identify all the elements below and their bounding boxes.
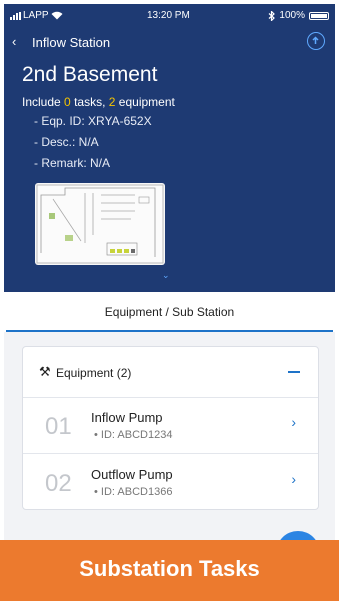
- active-tab-indicator: [6, 330, 333, 332]
- equipment-index: 02: [45, 470, 72, 497]
- status-bar: LAPP 13:20 PM 100%: [4, 4, 335, 24]
- chevron-right-icon[interactable]: ›: [291, 471, 296, 487]
- floor-plan-thumbnail[interactable]: [35, 183, 165, 265]
- location-title: 2nd Basement: [22, 63, 158, 86]
- bluetooth-icon: [269, 10, 276, 21]
- equipment-label: equipment: [118, 95, 175, 109]
- top-nav: ‹ Inflow Station: [4, 32, 335, 52]
- equipment-count: 2: [108, 95, 116, 109]
- carrier-name: LAPP: [23, 10, 49, 21]
- equipment-name: Outflow Pump: [91, 467, 173, 482]
- equipment-row-inflow-pump[interactable]: 01 Inflow Pump • ID: ABCD1234 ›: [23, 397, 318, 454]
- battery-icon: [309, 11, 329, 20]
- equipment-card: ⚒ Equipment (2) 01 Inflow Pump • ID: ABC…: [22, 346, 319, 510]
- clock: 13:20 PM: [147, 10, 190, 21]
- tab-bar: Equipment / Sub Station: [4, 292, 335, 332]
- equipment-id-detail: - Eqp. ID: XRYA-652X: [34, 114, 152, 128]
- signal-icon: [10, 11, 21, 20]
- remark-detail: - Remark: N/A: [34, 156, 111, 170]
- carrier-info: LAPP: [10, 10, 63, 21]
- equipment-id: • ID: ABCD1234: [94, 429, 173, 441]
- location-header: LAPP 13:20 PM 100% ‹ Inflow Station 2nd …: [4, 4, 335, 292]
- upload-circle-icon[interactable]: [307, 32, 325, 50]
- chevron-left-icon[interactable]: ‹: [12, 34, 16, 49]
- nav-title[interactable]: Inflow Station: [32, 35, 110, 50]
- equipment-index: 01: [45, 413, 72, 440]
- equipment-id: • ID: ABCD1366: [94, 486, 173, 498]
- equipment-card-title: Equipment (2): [56, 366, 132, 380]
- chevron-right-icon[interactable]: ›: [291, 414, 296, 430]
- summary-prefix: Include: [22, 95, 61, 109]
- battery-percent: 100%: [279, 10, 305, 21]
- floor-plan-drawing: [36, 184, 164, 264]
- location-summary: Include 0 tasks, 2 equipment: [22, 95, 175, 109]
- tools-icon: ⚒: [39, 364, 51, 379]
- battery-info: 100%: [268, 10, 329, 21]
- equipment-row-outflow-pump[interactable]: 02 Outflow Pump • ID: ABCD1366 ›: [23, 454, 318, 510]
- task-count: 0: [64, 95, 71, 109]
- equipment-name: Inflow Pump: [91, 410, 163, 425]
- substation-tasks-banner[interactable]: Substation Tasks: [0, 540, 339, 601]
- tasks-label: tasks,: [74, 95, 106, 109]
- wifi-icon: [51, 11, 63, 20]
- minus-icon[interactable]: [288, 371, 300, 373]
- app-screen: LAPP 13:20 PM 100% ‹ Inflow Station 2nd …: [4, 4, 335, 597]
- banner-label: Substation Tasks: [79, 556, 260, 581]
- chevron-down-icon[interactable]: ⌄: [162, 270, 170, 281]
- tab-equipment-sub-station[interactable]: Equipment / Sub Station: [4, 305, 335, 319]
- equipment-card-header[interactable]: ⚒ Equipment (2): [23, 347, 318, 398]
- description-detail: - Desc.: N/A: [34, 135, 99, 149]
